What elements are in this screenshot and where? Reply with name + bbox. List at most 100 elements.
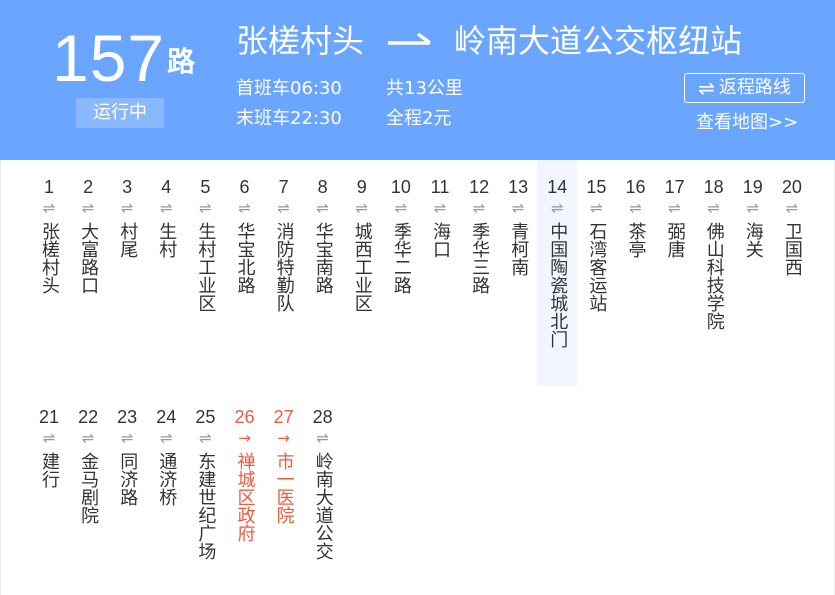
route-header: 157路 运行中 张槎村头 岭南大道公交枢纽站 首班车06:30 末班车22:3… (0, 0, 835, 160)
station-index: 17 (664, 177, 685, 197)
station-index: 10 (390, 177, 411, 197)
station-item[interactable]: 3 ⇌ 村尾 (107, 176, 147, 258)
station-index: 3 (122, 177, 133, 197)
station-name: 石湾客运站 (586, 222, 608, 312)
station-item[interactable]: 12 ⇌ 季华三路 (459, 176, 499, 294)
station-name: 季华二路 (390, 222, 412, 294)
station-name: 茶亭 (625, 222, 647, 258)
station-item[interactable]: 22 ⇌ 金马剧院 (68, 406, 108, 524)
two-way-arrow-icon: ⇌ (316, 429, 329, 447)
station-name: 消防特勤队 (273, 222, 295, 312)
station-item[interactable]: 1 ⇌ 张槎村头 (29, 176, 69, 294)
station-name: 同济路 (117, 452, 139, 506)
status-badge: 运行中 (76, 98, 164, 128)
station-index: 6 (239, 177, 250, 197)
station-index: 22 (78, 407, 99, 427)
two-way-arrow-icon: ⇌ (590, 199, 603, 217)
route-fare: 全程2元 (386, 108, 452, 129)
station-item[interactable]: 13 ⇌ 青柯南 (498, 176, 538, 276)
station-name: 禅城区政府 (234, 452, 256, 542)
station-name: 海关 (742, 222, 764, 258)
station-name: 东建世纪广场 (195, 452, 217, 560)
station-item[interactable]: 11 ⇌ 海口 (420, 176, 460, 258)
station-index: 25 (195, 407, 216, 427)
station-name: 张槎村头 (39, 222, 60, 294)
view-map-link[interactable]: 查看地图>> (696, 108, 798, 134)
station-item[interactable]: 26 → 禅城区政府 (225, 406, 265, 542)
two-way-arrow-icon: ⇌ (316, 199, 329, 217)
station-index: 1 (43, 177, 54, 197)
two-way-arrow-icon: ⇌ (355, 199, 369, 217)
station-index: 4 (161, 177, 172, 197)
station-index: 28 (312, 407, 333, 427)
station-item[interactable]: 17 ⇌ 弼唐 (655, 176, 695, 258)
station-name: 卫国西 (781, 222, 803, 276)
station-name: 弼唐 (664, 222, 686, 258)
station-name: 市一医院 (273, 452, 295, 524)
station-name: 金马剧院 (78, 452, 100, 524)
two-way-arrow-icon: ⇌ (394, 199, 408, 217)
station-item[interactable]: 2 ⇌ 大富路口 (68, 176, 108, 294)
two-way-arrow-icon: ⇌ (238, 199, 251, 217)
station-index: 19 (742, 177, 763, 197)
station-index: 15 (586, 177, 607, 197)
station-item[interactable]: 23 ⇌ 同济路 (107, 406, 147, 506)
route-number-suffix: 路 (167, 45, 196, 78)
return-route-label: 返程路线 (718, 77, 791, 98)
two-way-arrow-icon: ⇌ (551, 199, 564, 217)
first-bus-time: 首班车06:30 (236, 78, 342, 99)
station-item[interactable]: 25 ⇌ 东建世纪广场 (185, 406, 225, 560)
station-index: 2 (83, 177, 94, 197)
station-item[interactable]: 9 ⇌ 城西工业区 (342, 176, 382, 312)
station-item[interactable]: 16 ⇌ 茶亭 (616, 176, 656, 258)
last-bus-time: 末班车22:30 (236, 108, 342, 129)
station-name: 海口 (430, 222, 451, 258)
station-item[interactable]: 14 ⇌ 中国陶瓷城北门 (537, 160, 578, 386)
two-way-arrow-icon: ⇌ (277, 199, 290, 217)
two-way-arrow-icon: ⇌ (42, 429, 56, 447)
route-destination: 岭南大道公交枢纽站 (454, 22, 743, 60)
station-index: 12 (469, 177, 490, 197)
route-number-value: 157 (52, 21, 166, 95)
station-item[interactable]: 27 → 市一医院 (264, 406, 304, 524)
station-index: 23 (117, 407, 138, 427)
station-item[interactable]: 7 ⇌ 消防特勤队 (264, 176, 304, 312)
station-item[interactable]: 20 ⇌ 卫国西 (772, 176, 812, 276)
two-way-arrow-icon: ⇌ (160, 429, 173, 447)
station-index: 7 (278, 177, 289, 197)
one-way-arrow-icon: → (277, 429, 290, 447)
return-route-button[interactable]: ⇌ 返程路线 (684, 73, 805, 103)
station-index: 13 (508, 177, 529, 197)
station-name: 村尾 (117, 222, 139, 258)
station-item[interactable]: 21 ⇌ 建行 (29, 406, 69, 488)
two-way-arrow-icon: ⇌ (707, 199, 720, 217)
station-index: 24 (156, 407, 177, 427)
station-item[interactable]: 28 ⇌ 岭南大道公交 (303, 406, 343, 560)
station-name: 季华三路 (469, 222, 491, 294)
station-name: 建行 (39, 452, 60, 488)
route-origin: 张槎村头 (236, 22, 365, 60)
station-item[interactable]: 6 ⇌ 华宝北路 (225, 176, 265, 294)
station-item[interactable]: 19 ⇌ 海关 (733, 176, 773, 258)
station-item[interactable]: 18 ⇌ 佛山科技学院 (694, 176, 734, 330)
two-way-arrow-icon: ⇌ (629, 199, 642, 217)
route-distance: 共13公里 (386, 78, 463, 99)
station-name: 生村工业区 (195, 222, 217, 312)
station-item[interactable]: 8 ⇌ 华宝南路 (303, 176, 343, 294)
station-index: 16 (625, 177, 646, 197)
station-name: 大富路口 (78, 222, 100, 294)
station-item[interactable]: 5 ⇌ 生村工业区 (185, 176, 225, 312)
station-item[interactable]: 10 ⇌ 季华二路 (381, 176, 421, 294)
two-way-arrow-icon: ⇌ (785, 199, 799, 217)
station-item[interactable]: 15 ⇌ 石湾客运站 (576, 176, 616, 312)
station-list: 1 ⇌ 张槎村头 2 ⇌ 大富路口 3 ⇌ 村尾 4 ⇌ 生村 5 ⇌ 生村工业区 6 ⇌ 华宝北路 7 ⇌ 消防特勤队… (0, 160, 835, 595)
station-index: 18 (703, 177, 724, 197)
route-title: 张槎村头 岭南大道公交枢纽站 (236, 16, 742, 62)
station-name: 城西工业区 (351, 222, 373, 312)
two-way-arrow-icon: ⇌ (433, 199, 447, 217)
station-item[interactable]: 24 ⇌ 通济桥 (146, 406, 186, 506)
two-way-arrow-icon: ⇌ (81, 429, 95, 447)
station-item[interactable]: 4 ⇌ 生村 (146, 176, 186, 258)
two-way-arrow-icon: ⇌ (81, 199, 95, 217)
station-index: 21 (38, 407, 60, 427)
